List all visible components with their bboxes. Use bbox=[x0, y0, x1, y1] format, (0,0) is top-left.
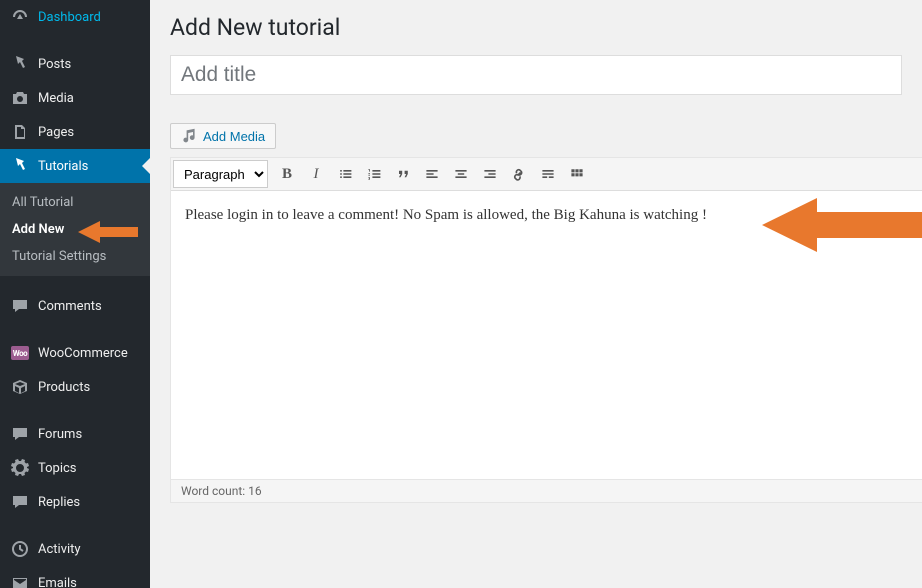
sidebar-item-topics[interactable]: Topics bbox=[0, 451, 150, 485]
sidebar-item-label: Products bbox=[38, 380, 90, 395]
numbered-list-button[interactable] bbox=[360, 160, 388, 188]
sidebar-item-forums[interactable]: Forums bbox=[0, 417, 150, 451]
box-icon bbox=[10, 377, 30, 397]
sidebar-item-label: Pages bbox=[38, 125, 74, 140]
sidebar-item-dashboard[interactable]: Dashboard bbox=[0, 0, 150, 34]
editor-toolbar: Paragraph B I bbox=[171, 158, 922, 191]
sidebar-item-tutorials[interactable]: Tutorials bbox=[0, 149, 150, 183]
gear-icon bbox=[10, 458, 30, 478]
add-media-button[interactable]: Add Media bbox=[170, 123, 276, 149]
page-title: Add New tutorial bbox=[170, 14, 902, 41]
submenu-item-all[interactable]: All Tutorial bbox=[0, 189, 150, 216]
pin-icon bbox=[10, 156, 30, 176]
clock-icon bbox=[10, 539, 30, 559]
bulleted-list-button[interactable] bbox=[331, 160, 359, 188]
sidebar-item-label: Emails bbox=[38, 576, 77, 588]
editor-status: Word count: 16 bbox=[171, 479, 922, 502]
sidebar-item-label: Activity bbox=[38, 542, 81, 557]
format-select[interactable]: Paragraph bbox=[173, 160, 268, 188]
sidebar-item-label: Tutorials bbox=[38, 159, 88, 174]
sidebar-item-comments[interactable]: Comments bbox=[0, 289, 150, 323]
sidebar-item-label: Posts bbox=[38, 57, 71, 72]
comment-icon bbox=[10, 492, 30, 512]
sidebar-item-pages[interactable]: Pages bbox=[0, 115, 150, 149]
add-media-label: Add Media bbox=[203, 129, 265, 144]
editor: Paragraph B I Please login in to leave a… bbox=[170, 157, 922, 503]
sidebar-item-label: Topics bbox=[38, 461, 77, 476]
menu-separator bbox=[0, 523, 150, 528]
sidebar-item-activity[interactable]: Activity bbox=[0, 532, 150, 566]
menu-separator bbox=[0, 280, 150, 285]
menu-separator bbox=[0, 408, 150, 413]
comment-icon bbox=[10, 296, 30, 316]
bold-button[interactable]: B bbox=[273, 160, 301, 188]
menu-separator bbox=[0, 38, 150, 43]
blockquote-button[interactable] bbox=[389, 160, 417, 188]
sidebar-item-replies[interactable]: Replies bbox=[0, 485, 150, 519]
sidebar-item-label: Media bbox=[38, 91, 74, 106]
editor-body[interactable]: Please login in to leave a comment! No S… bbox=[171, 191, 922, 479]
insert-more-button[interactable] bbox=[534, 160, 562, 188]
sidebar-item-posts[interactable]: Posts bbox=[0, 47, 150, 81]
media-icon bbox=[181, 128, 197, 144]
gauge-icon bbox=[10, 7, 30, 27]
italic-button[interactable]: I bbox=[302, 160, 330, 188]
pin-icon bbox=[10, 54, 30, 74]
admin-sidebar: Dashboard Posts Media Pages Tutorials All Tut… bbox=[0, 0, 150, 588]
menu-separator bbox=[0, 327, 150, 332]
comment-icon bbox=[10, 424, 30, 444]
submenu-tutorials: All TutorialAdd NewTutorial Settings bbox=[0, 183, 150, 276]
annotation-arrow-submenu bbox=[78, 220, 138, 248]
insert-link-button[interactable] bbox=[505, 160, 533, 188]
woo-icon: Woo bbox=[10, 343, 30, 363]
sidebar-item-label: Forums bbox=[38, 427, 82, 442]
sidebar-item-media[interactable]: Media bbox=[0, 81, 150, 115]
align-center-button[interactable] bbox=[447, 160, 475, 188]
align-left-button[interactable] bbox=[418, 160, 446, 188]
toolbar-toggle-button[interactable] bbox=[563, 160, 591, 188]
sidebar-item-label: Replies bbox=[38, 495, 80, 510]
sidebar-item-label: WooCommerce bbox=[38, 346, 128, 361]
main-content: Add New tutorial Add Media Paragraph B I bbox=[150, 0, 922, 588]
sidebar-item-label: Dashboard bbox=[38, 10, 101, 25]
sidebar-item-woocommerce[interactable]: Woo WooCommerce bbox=[0, 336, 150, 370]
submenu-item-addnew[interactable]: Add New bbox=[0, 216, 150, 243]
pages-icon bbox=[10, 122, 30, 142]
camera-icon bbox=[10, 88, 30, 108]
sidebar-item-label: Comments bbox=[38, 299, 102, 314]
mail-icon bbox=[10, 573, 30, 588]
sidebar-item-emails[interactable]: Emails bbox=[0, 566, 150, 588]
align-right-button[interactable] bbox=[476, 160, 504, 188]
sidebar-item-products[interactable]: Products bbox=[0, 370, 150, 404]
post-title-input[interactable] bbox=[170, 55, 902, 95]
